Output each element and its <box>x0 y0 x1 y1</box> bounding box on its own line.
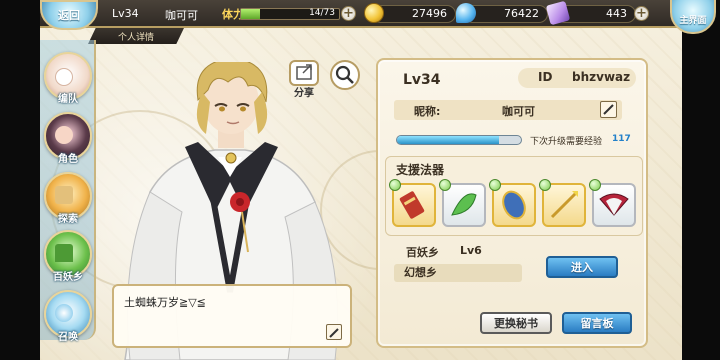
nav-label: 召唤 <box>58 332 78 343</box>
support-title: 支援法器 <box>396 163 445 177</box>
rank-badge-icon <box>489 179 501 191</box>
message-board-button[interactable]: 留言板 <box>562 312 632 334</box>
artifact-slot[interactable] <box>589 179 636 227</box>
shield-artifact-icon <box>502 190 526 220</box>
realm-name: 百妖乡 <box>406 246 439 259</box>
nickname-row: 昵称: 咖可可 <box>394 100 622 120</box>
stamina-bar: 14/73 <box>240 8 340 20</box>
rank-badge-icon <box>539 179 551 191</box>
rank-badge-icon <box>389 179 401 191</box>
artifact-slot[interactable] <box>489 179 536 227</box>
gem-counter: 76422 <box>464 5 548 23</box>
nav-label: 角色 <box>58 154 78 165</box>
pencil-icon <box>329 328 339 338</box>
gold-value: 27496 <box>412 7 447 20</box>
letterbox-left <box>0 0 40 360</box>
exp-value: 117 <box>612 134 631 144</box>
nickname-value: 咖可可 <box>502 105 535 118</box>
ticket-value: 443 <box>606 7 627 20</box>
exp-label: 下次升级需要经验 <box>530 137 603 147</box>
stamina-value: 14/73 <box>309 8 335 18</box>
id-value: bhzvwaz <box>572 70 631 84</box>
artifact-slot[interactable] <box>389 179 436 227</box>
top-level: Lv34 <box>112 7 139 20</box>
main-menu-label: 主界面 <box>679 16 707 26</box>
enter-label: 进入 <box>571 261 593 274</box>
leaf-artifact-icon <box>451 193 477 216</box>
artifact-slot[interactable] <box>539 179 586 227</box>
add-ticket-button[interactable]: + <box>634 6 649 21</box>
id-label: ID <box>538 70 553 84</box>
pencil-icon <box>603 104 614 115</box>
share-label: 分享 <box>294 88 314 99</box>
rank-badge-icon <box>439 179 451 191</box>
ghost-mascot-icon <box>55 68 73 86</box>
gem-value: 76422 <box>504 7 539 20</box>
exp-fill <box>397 136 499 144</box>
message-bubble: 土蜘蛛万岁≧▽≦ <box>112 284 352 348</box>
rank-badge-icon <box>589 179 601 191</box>
realm-place: 幻想乡 <box>394 264 522 282</box>
fan-artifact-icon <box>599 193 629 216</box>
enter-button[interactable]: 进入 <box>546 256 618 278</box>
message-board-label: 留言板 <box>580 317 614 330</box>
profile-panel: Lv34 ID bhzvwaz 昵称: 咖可可 下次升级需要经验 117 支援法… <box>376 58 648 348</box>
gold-coin-icon <box>364 3 384 23</box>
gold-counter: 27496 <box>372 5 456 23</box>
nav-label: 编队 <box>58 94 78 105</box>
side-nav: 编队 角色 探索 百妖乡 召唤 <box>40 40 96 360</box>
nav-label: 百妖乡 <box>53 272 83 283</box>
add-stamina-button[interactable]: + <box>341 6 356 21</box>
share-icon <box>296 64 312 80</box>
nav-label: 探索 <box>58 214 78 225</box>
swirl-icon <box>55 304 73 322</box>
change-secretary-button[interactable]: 更换秘书 <box>480 312 552 334</box>
scroll-map-icon <box>55 186 73 204</box>
nickname-label: 昵称: <box>414 105 441 118</box>
spear-artifact-icon <box>550 191 578 219</box>
edit-nickname-button[interactable] <box>600 101 617 118</box>
realm-level: Lv6 <box>460 244 482 257</box>
letterbox-right <box>682 0 720 360</box>
zoom-button[interactable] <box>330 60 360 90</box>
back-label: 返回 <box>58 9 80 22</box>
artifact-slot[interactable] <box>439 179 486 227</box>
stamina-fill <box>241 9 260 19</box>
scroll-artifact-icon <box>399 191 425 219</box>
edit-message-button[interactable] <box>326 324 342 340</box>
exp-bar <box>396 135 522 145</box>
support-artifacts: 支援法器 <box>385 156 643 236</box>
character-portrait-icon <box>55 126 73 144</box>
back-button[interactable]: 返回 <box>40 0 98 30</box>
message-text: 土蜘蛛万岁≧▽≦ <box>124 296 206 309</box>
gem-icon <box>456 3 476 23</box>
profile-details-tab: 个人详情 <box>88 28 184 44</box>
change-secretary-label: 更换秘书 <box>494 317 538 330</box>
share-button[interactable] <box>289 60 319 86</box>
profile-screen: 返回 Lv34 咖可可 体力 14/73 + 27496 76422 443 +… <box>0 0 720 360</box>
player-id: ID bhzvwaz <box>518 68 636 88</box>
magnifier-icon <box>335 65 354 84</box>
player-level: Lv34 <box>403 72 441 88</box>
house-icon <box>55 244 73 262</box>
top-nickname: 咖可可 <box>165 9 198 22</box>
